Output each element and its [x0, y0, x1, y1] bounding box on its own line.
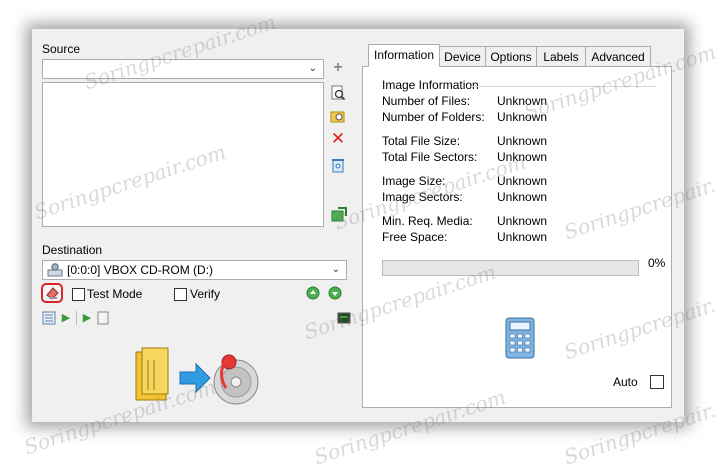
- magnify-icon[interactable]: [330, 85, 346, 101]
- recycle-bin-icon[interactable]: [330, 157, 346, 173]
- tab-advanced[interactable]: Advanced: [585, 46, 651, 66]
- eraser-icon: [46, 287, 59, 300]
- folder-search-icon[interactable]: [330, 108, 346, 124]
- information-panel: Image Information Number of Files: Unkno…: [362, 66, 672, 408]
- red-x-icon[interactable]: ✕: [330, 130, 346, 147]
- source-group-label: Source: [42, 42, 81, 56]
- folder-icon: [135, 347, 169, 401]
- build-mode-graphic[interactable]: [132, 346, 272, 406]
- arrow-down-icon[interactable]: [328, 286, 342, 300]
- test-mode-label: Test Mode: [87, 287, 143, 301]
- info-value: Unknown: [497, 150, 548, 164]
- destination-drive-combo[interactable]: [0:0:0] VBOX CD-ROM (D:) ⌄: [42, 260, 347, 280]
- info-label: Min. Req. Media:: [382, 214, 473, 228]
- toolbar-divider: [76, 311, 77, 325]
- play-step-icon[interactable]: ▶: [80, 311, 94, 325]
- disc-icon: [213, 354, 259, 405]
- info-value: Unknown: [497, 134, 548, 148]
- calculator-icon[interactable]: [505, 317, 535, 359]
- cd-drive-icon: [47, 263, 63, 277]
- log-window-icon[interactable]: [337, 311, 351, 325]
- heading-rule: [471, 86, 656, 87]
- arrow-up-icon[interactable]: [306, 286, 320, 300]
- verify-label: Verify: [190, 287, 221, 301]
- tab-labels[interactable]: Labels: [536, 46, 586, 66]
- test-mode-checkbox[interactable]: [72, 288, 85, 301]
- auto-label: Auto: [613, 375, 638, 389]
- tab-options[interactable]: Options: [485, 46, 537, 66]
- green-arrow-icon[interactable]: [330, 205, 347, 222]
- imgburn-build-window: Source ⌄ + ✕ Destination [0:0:0] VBOX CD…: [32, 29, 684, 422]
- list-icon[interactable]: [42, 311, 56, 325]
- info-value: Unknown: [497, 174, 548, 188]
- tab-device[interactable]: Device: [439, 46, 486, 66]
- source-combo[interactable]: ⌄: [42, 59, 324, 79]
- erase-disc-button[interactable]: [41, 283, 63, 303]
- page-icon[interactable]: [96, 311, 110, 325]
- source-file-list[interactable]: [42, 82, 324, 227]
- verify-checkbox[interactable]: [174, 288, 187, 301]
- info-value: Unknown: [497, 94, 548, 108]
- info-label: Free Space:: [382, 230, 448, 244]
- info-label: Image Size:: [382, 174, 446, 188]
- info-value: Unknown: [497, 190, 548, 204]
- image-information-heading: Image Information: [382, 78, 479, 92]
- destination-drive-value: [0:0:0] VBOX CD-ROM (D:): [67, 263, 214, 277]
- auto-checkbox[interactable]: [650, 375, 664, 389]
- info-value: Unknown: [497, 230, 548, 244]
- info-value: Unknown: [497, 110, 548, 124]
- info-label: Number of Folders:: [382, 110, 485, 124]
- info-label: Image Sectors:: [382, 190, 463, 204]
- play-icon[interactable]: ▶: [59, 311, 73, 325]
- info-label: Total File Size:: [382, 134, 461, 148]
- info-label: Total File Sectors:: [382, 150, 478, 164]
- info-label: Number of Files:: [382, 94, 471, 108]
- destination-group-label: Destination: [42, 243, 103, 257]
- plus-icon[interactable]: +: [330, 60, 346, 76]
- blue-arrow-icon: [179, 362, 211, 394]
- chevron-down-icon: ⌄: [331, 264, 340, 275]
- progress-percent: 0%: [648, 256, 666, 270]
- chevron-down-icon: ⌄: [308, 63, 317, 74]
- progress-bar: [382, 260, 639, 276]
- info-value: Unknown: [497, 214, 548, 228]
- tab-information[interactable]: Information: [368, 44, 440, 67]
